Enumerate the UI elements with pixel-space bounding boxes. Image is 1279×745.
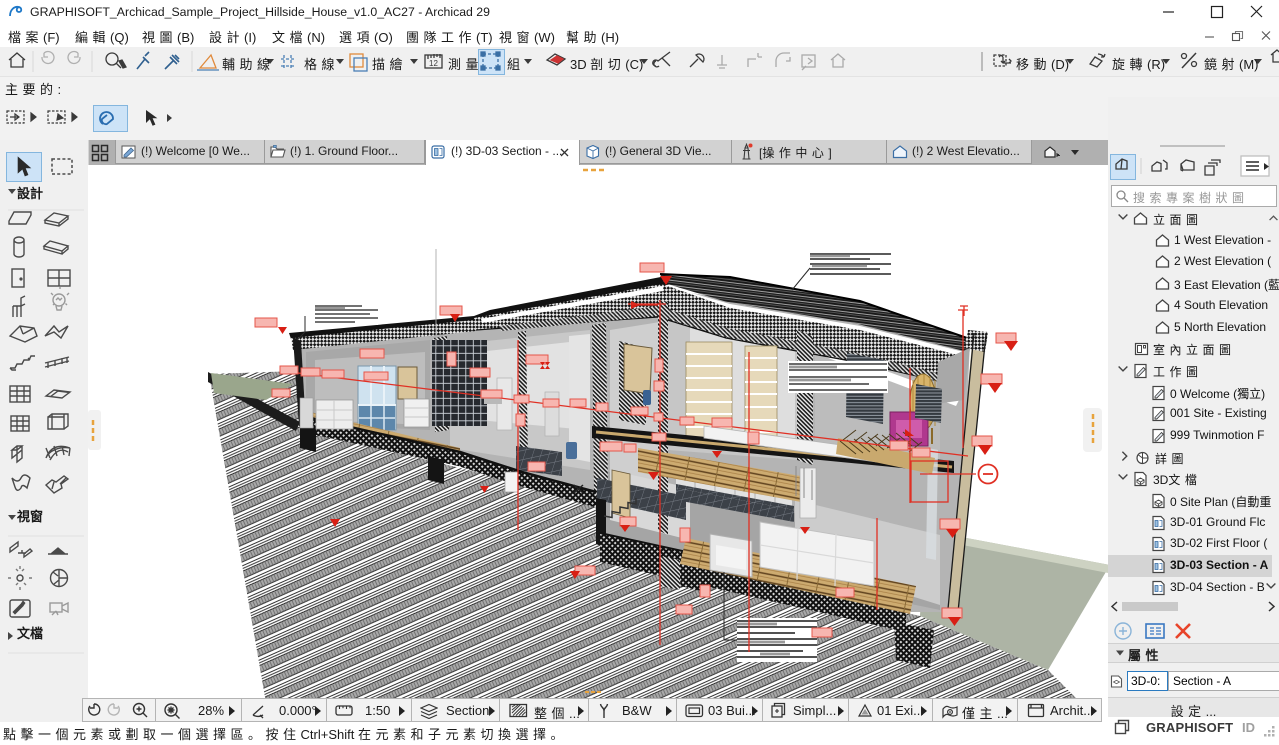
svg-text:12: 12: [429, 59, 438, 68]
